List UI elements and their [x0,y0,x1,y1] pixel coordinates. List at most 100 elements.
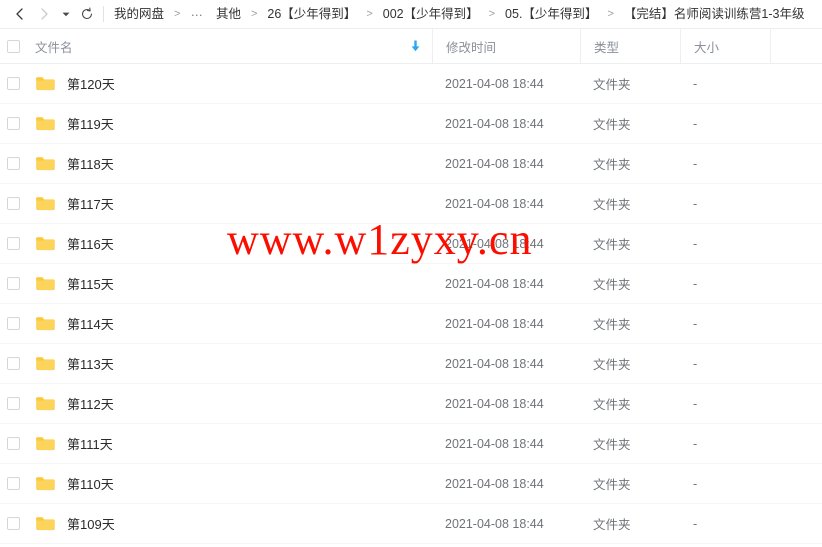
column-header-modified[interactable]: 修改时间 [432,29,580,63]
back-arrow-icon[interactable] [8,2,32,26]
file-name-label: 第120天 [67,77,115,92]
file-modified-label: 2021-04-08 18:44 [445,276,544,291]
file-type-cell: 文件夹 [580,224,680,263]
file-type-label: 文件夹 [593,358,631,372]
checkbox-box [6,517,20,530]
file-size-cell: - [680,384,770,423]
table-row[interactable]: 第117天 2021-04-08 18:44 文件夹 - [0,184,822,224]
file-type-label: 文件夹 [593,478,631,492]
row-checkbox[interactable] [0,344,26,383]
breadcrumb-item-05[interactable]: 05.【少年得到】 [504,0,598,28]
row-checkbox[interactable] [0,144,26,183]
row-checkbox[interactable] [0,224,26,263]
file-modified-cell: 2021-04-08 18:44 [432,184,580,223]
row-checkbox[interactable] [0,104,26,143]
file-name-cell[interactable]: 第112天 [26,384,432,423]
file-type-cell: 文件夹 [580,64,680,103]
column-header-filename[interactable]: 文件名 [26,29,432,63]
file-name-label: 第117天 [67,197,114,212]
folder-icon [36,477,55,491]
file-browser: 我的网盘 > … 其他 > 26【少年得到】 > 002【少年得到】 > 05.… [0,0,822,547]
breadcrumb-item-root[interactable]: 我的网盘 [113,0,165,28]
row-checkbox[interactable] [0,64,26,103]
file-name-cell[interactable]: 第117天 [26,184,432,223]
select-all-checkbox[interactable] [0,29,26,63]
file-name-cell[interactable]: 第116天 [26,224,432,263]
file-size-label: - [693,436,698,451]
row-checkbox[interactable] [0,424,26,463]
file-size-cell: - [680,64,770,103]
table-row[interactable]: 第119天 2021-04-08 18:44 文件夹 - [0,104,822,144]
breadcrumb-separator: > [607,8,614,20]
file-name-cell[interactable]: 第111天 [26,424,432,463]
chevron-down-icon[interactable] [56,2,76,26]
file-name-cell[interactable]: 第119天 [26,104,432,143]
file-name-cell[interactable]: 第115天 [26,264,432,303]
file-size-cell: - [680,464,770,503]
file-name-label: 第109天 [67,517,115,532]
file-name-label: 第118天 [67,157,114,172]
breadcrumb-item-current: 【完结】名师阅读训练营1-3年级 [623,7,805,21]
sort-indicator[interactable] [73,40,432,52]
file-name-cell[interactable]: 第114天 [26,304,432,343]
row-actions-cell [770,344,822,383]
breadcrumb-item-26[interactable]: 26【少年得到】 [266,0,357,28]
file-name-cell[interactable]: 第109天 [26,504,432,543]
row-actions-cell [770,384,822,423]
row-checkbox[interactable] [0,304,26,343]
breadcrumb-item-ellipsis[interactable]: … [189,0,205,28]
folder-icon [36,237,55,251]
table-row[interactable]: 第113天 2021-04-08 18:44 文件夹 - [0,344,822,384]
table-row[interactable]: 第112天 2021-04-08 18:44 文件夹 - [0,384,822,424]
checkbox-box [6,357,20,370]
table-row[interactable]: 第118天 2021-04-08 18:44 文件夹 - [0,144,822,184]
column-header-type[interactable]: 类型 [580,29,680,63]
table-row[interactable]: 第116天 2021-04-08 18:44 文件夹 - [0,224,822,264]
table-row[interactable]: 第115天 2021-04-08 18:44 文件夹 - [0,264,822,304]
file-name-cell[interactable]: 第110天 [26,464,432,503]
file-type-cell: 文件夹 [580,424,680,463]
breadcrumb-item-other[interactable]: 其他 [215,0,242,28]
row-checkbox[interactable] [0,464,26,503]
breadcrumb-separator: > [174,8,181,20]
row-checkbox[interactable] [0,504,26,543]
file-list: 第120天 2021-04-08 18:44 文件夹 - 第119天 2021-… [0,64,822,544]
row-checkbox[interactable] [0,264,26,303]
file-type-cell: 文件夹 [580,384,680,423]
table-row[interactable]: 第111天 2021-04-08 18:44 文件夹 - [0,424,822,464]
folder-icon [36,77,55,91]
file-name-cell[interactable]: 第118天 [26,144,432,183]
row-checkbox[interactable] [0,184,26,223]
checkbox-box [6,39,20,53]
checkbox-box [6,197,20,210]
table-row[interactable]: 第114天 2021-04-08 18:44 文件夹 - [0,304,822,344]
file-size-label: - [693,156,698,171]
table-row[interactable]: 第120天 2021-04-08 18:44 文件夹 - [0,64,822,104]
file-modified-label: 2021-04-08 18:44 [445,516,544,531]
file-type-label: 文件夹 [593,398,631,412]
breadcrumb-item-002[interactable]: 002【少年得到】 [382,0,480,28]
table-row[interactable]: 第109天 2021-04-08 18:44 文件夹 - [0,504,822,544]
table-row[interactable]: 第110天 2021-04-08 18:44 文件夹 - [0,464,822,504]
refresh-icon[interactable] [76,2,98,26]
file-type-cell: 文件夹 [580,344,680,383]
file-size-cell: - [680,224,770,263]
file-name-cell[interactable]: 第113天 [26,344,432,383]
checkbox-box [6,397,20,410]
file-name-label: 第113天 [67,357,114,372]
toolbar-divider [103,6,104,22]
file-type-label: 文件夹 [593,78,631,92]
row-checkbox[interactable] [0,384,26,423]
row-actions-cell [770,464,822,503]
file-name-label: 第111天 [67,437,113,452]
file-name-cell[interactable]: 第120天 [26,64,432,103]
checkbox-box [6,437,20,450]
folder-icon [36,517,55,531]
file-modified-label: 2021-04-08 18:44 [445,476,544,491]
file-modified-label: 2021-04-08 18:44 [445,436,544,451]
column-header-size[interactable]: 大小 [680,29,770,63]
file-size-cell: - [680,504,770,543]
file-type-label: 文件夹 [593,238,631,252]
folder-icon [36,357,55,371]
forward-arrow-icon[interactable] [32,2,56,26]
